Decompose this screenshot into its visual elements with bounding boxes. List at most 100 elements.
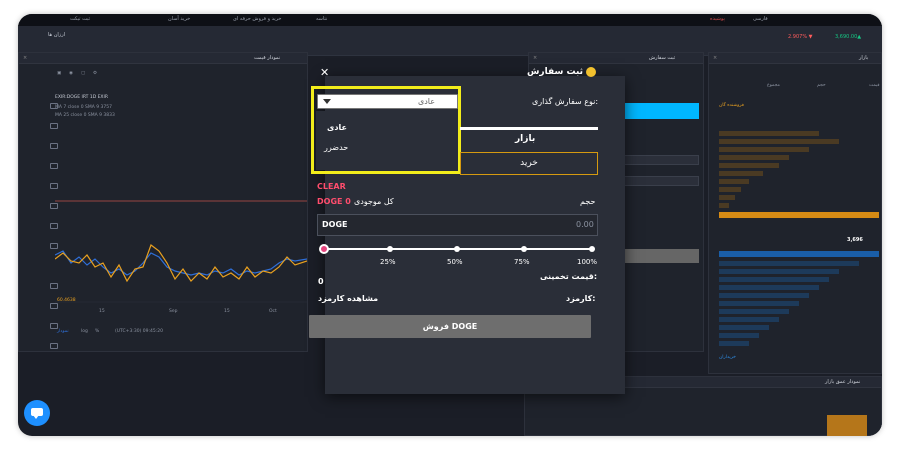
chart-legend-ma25: MA 25 close 0 SMA 9 3833 — [55, 113, 115, 118]
x-tick-2: Sep — [169, 309, 178, 314]
brush-icon[interactable] — [50, 163, 58, 169]
price-change: 2.907% ▼ — [788, 34, 813, 40]
mid-price: 3,696 — [847, 237, 863, 243]
order-type-label: نوع سفارش گذاری: — [532, 97, 599, 106]
chart-close-icon[interactable]: × — [23, 55, 27, 61]
dropdown-option-stoploss[interactable]: حدضرر — [324, 143, 348, 152]
user-menu[interactable]: پوشیده — [710, 16, 725, 22]
chart-time: (UTC+3:30) 09:45:20 — [115, 329, 163, 334]
ma-line-orange — [55, 244, 307, 283]
chart-type-toggle[interactable]: نمودار — [57, 329, 69, 334]
col-total-header: مجموع — [767, 83, 780, 88]
estimate-value: 0 — [318, 277, 324, 286]
sell-depth-bar — [719, 131, 819, 136]
slider-label-50: 50% — [447, 258, 463, 266]
crosshair-icon[interactable] — [50, 103, 58, 109]
order-form-submit[interactable] — [624, 249, 699, 263]
modal-title: ثبت سفارش — [527, 67, 584, 77]
quantity-unit: DOGE — [322, 220, 348, 229]
sell-depth-bar — [719, 171, 763, 176]
buy-depth-bar — [719, 325, 769, 330]
sell-depth-bar — [719, 203, 729, 208]
slider-mark-75[interactable] — [521, 246, 527, 252]
settings-icon[interactable]: ⚙ — [93, 71, 97, 76]
chart-legend-symbol: EXIR:DOGE IRT 1D EXIR — [55, 95, 108, 100]
tab-market[interactable]: بازار — [515, 134, 535, 144]
trash-icon[interactable] — [50, 343, 58, 349]
sell-depth-bar — [719, 147, 809, 152]
price-value: 3,690.00▲ — [835, 34, 862, 40]
fee-label: کارمزد: — [566, 294, 596, 303]
highlight-buy-row — [719, 251, 879, 257]
chevron-down-icon — [323, 99, 331, 104]
slider-mark-25[interactable] — [387, 246, 393, 252]
order-form-close-icon[interactable]: × — [533, 55, 537, 61]
market-close-icon[interactable]: × — [713, 55, 717, 61]
percent-toggle[interactable]: % — [95, 329, 99, 334]
x-tick-3: 15 — [224, 309, 230, 314]
sell-button[interactable]: فروش DOGE — [309, 315, 591, 338]
market-panel-title: بازار — [859, 55, 869, 61]
slider-mark-100[interactable] — [589, 246, 595, 252]
buy-depth-bar — [719, 317, 779, 322]
buy-depth-bar — [719, 277, 829, 282]
sellers-label: فروشنده گان — [719, 103, 744, 108]
x-tick-4: Oct — [269, 309, 277, 314]
order-type-select[interactable]: عادی — [317, 94, 458, 109]
buy-depth-bar — [719, 309, 789, 314]
col-volume-header: حجم — [817, 83, 826, 88]
chart-panel-header: نمودار قیمت × — [19, 53, 307, 64]
nav-item[interactable]: نتاسه — [316, 16, 327, 22]
modal-logo-icon — [586, 67, 596, 77]
close-icon[interactable]: ✕ — [320, 66, 329, 79]
quantity-input[interactable]: DOGE 0.00 — [317, 214, 598, 236]
log-toggle[interactable]: log — [81, 329, 88, 334]
chart-price-label: 60.4638 — [57, 298, 76, 303]
buy-depth-bar — [719, 293, 809, 298]
buy-depth-bar — [719, 261, 859, 266]
buyers-label: خریداران — [719, 355, 736, 360]
tab-cheap[interactable]: ارزان ها — [48, 32, 65, 38]
trendline-icon[interactable] — [50, 123, 58, 129]
nav-easy-buy[interactable]: خرید آسان — [168, 16, 190, 22]
buy-depth-bar — [719, 341, 749, 346]
order-type-dropdown: عادی حدضرر — [316, 111, 458, 170]
top-bar: پوشیده فارسی ثبت تیکت خرید آسان خرید و ف… — [18, 14, 882, 26]
chart-panel-title: نمودار قیمت — [254, 55, 281, 61]
slider-label-100: 100% — [577, 258, 598, 266]
sell-depth-bar — [719, 139, 839, 144]
order-form-title: ثبت سفارش — [649, 55, 676, 61]
buy-depth-bar — [719, 269, 839, 274]
slider-mark-50[interactable] — [454, 246, 460, 252]
slider-knob[interactable] — [319, 244, 329, 254]
balance-label: کل موجودی — [354, 197, 394, 206]
depth-chart-title: نمودار عمق بازار — [825, 379, 861, 385]
estimate-label: قیمت تخمینی: — [540, 272, 598, 281]
quantity-value: 0.00 — [576, 220, 594, 229]
fib-icon[interactable] — [50, 143, 58, 149]
fullscreen-icon[interactable]: ▢ — [81, 71, 85, 76]
order-type-value: عادی — [417, 97, 435, 106]
slider-label-75: 75% — [514, 258, 530, 266]
slider-label-25: 25% — [380, 258, 396, 266]
camera-icon[interactable]: ◉ — [69, 71, 73, 76]
tab-indicator — [460, 127, 598, 130]
nav-ticket[interactable]: ثبت تیکت — [70, 16, 90, 22]
market-panel-header: بازار × — [709, 53, 881, 64]
chart-panel: نمودار قیمت × ▣ ◉ ▢ ⚙ EXIR:DOGE IRT 1D E… — [18, 52, 308, 352]
indicator-icon[interactable]: ▣ — [57, 71, 61, 76]
dropdown-option-normal[interactable]: عادی — [327, 123, 347, 132]
order-form-header: ثبت سفارش × — [529, 53, 703, 64]
lang-switch[interactable]: فارسی — [753, 16, 768, 22]
sell-depth-bar — [719, 187, 741, 192]
buy-button[interactable]: خرید — [460, 152, 598, 175]
buy-depth-bar — [719, 333, 759, 338]
chat-support-button[interactable] — [24, 400, 50, 426]
nav-pro-trade[interactable]: خرید و فروش حرفه ای — [233, 16, 282, 22]
fee-link[interactable]: مشاهده کارمزد — [318, 294, 378, 303]
highlight-sell-row — [719, 212, 879, 218]
sell-depth-bar — [719, 195, 735, 200]
text-icon[interactable] — [50, 183, 58, 189]
buy-depth-bar — [719, 301, 799, 306]
clear-button[interactable]: CLEAR — [317, 182, 346, 191]
